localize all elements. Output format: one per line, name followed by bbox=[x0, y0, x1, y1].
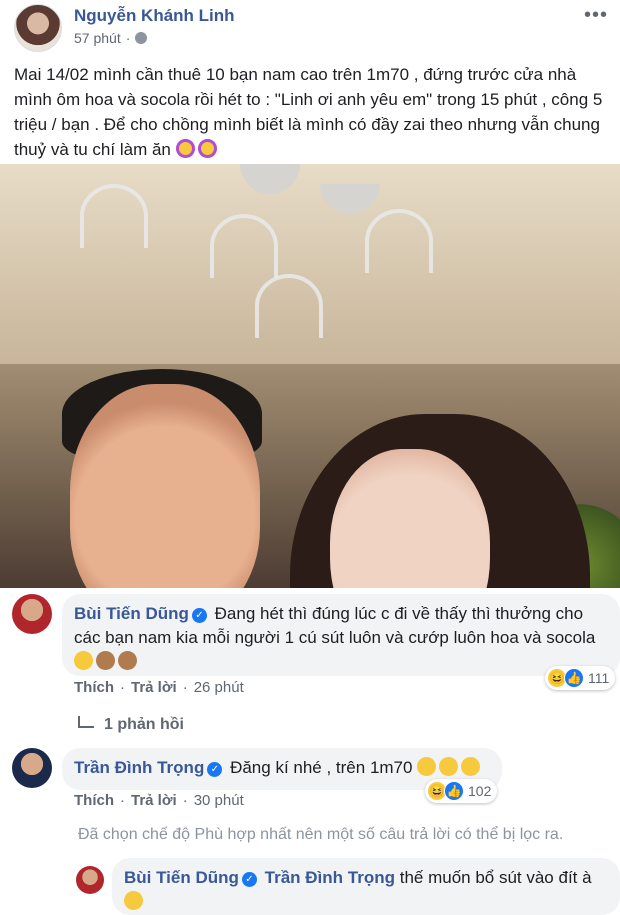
verified-icon: ✓ bbox=[191, 608, 207, 623]
post-time[interactable]: 57 phút bbox=[74, 30, 121, 46]
see-no-evil-monkey-icon bbox=[118, 651, 137, 670]
laughing-crying-emoji-icon bbox=[124, 891, 143, 910]
grimacing-emoji-icon bbox=[439, 757, 459, 776]
comment-actions: Thích · Trả lời · 26 phút bbox=[74, 679, 244, 696]
antler-filter-icon bbox=[80, 184, 148, 248]
separator-dot: · bbox=[120, 679, 125, 696]
more-icon[interactable]: ••• bbox=[584, 4, 608, 27]
post-meta: 57 phút · bbox=[74, 30, 148, 46]
replies-count: 1 phản hồi bbox=[104, 716, 184, 733]
commenter-avatar[interactable] bbox=[12, 594, 52, 634]
antler-filter-icon bbox=[255, 274, 323, 338]
reply-link[interactable]: Trả lời bbox=[131, 679, 177, 696]
reply-link[interactable]: Trả lời bbox=[131, 792, 177, 809]
reply-avatar[interactable] bbox=[76, 866, 104, 894]
post-header: Nguyễn Khánh Linh 57 phút · ••• bbox=[0, 0, 620, 60]
reaction-number: 111 bbox=[588, 670, 610, 686]
filter-note: Đã chọn chế độ Phù hợp nhất nên một số c… bbox=[78, 826, 564, 843]
comment-time[interactable]: 26 phút bbox=[194, 679, 244, 696]
post-photo[interactable] bbox=[0, 164, 620, 588]
post-text-content: Mai 14/02 mình cần thuê 10 bạn nam cao t… bbox=[14, 65, 603, 159]
antler-filter-icon bbox=[365, 209, 433, 273]
like-link[interactable]: Thích bbox=[74, 679, 114, 696]
like-reaction-icon: 👍 bbox=[564, 668, 584, 688]
star-struck-emoji-icon bbox=[175, 139, 195, 158]
reply-author-name[interactable]: Bùi Tiến Dũng bbox=[124, 868, 239, 887]
globe-icon[interactable] bbox=[135, 32, 148, 44]
like-reaction-icon: 👍 bbox=[444, 781, 464, 801]
reply-text: thế muốn bổ sút vào đít à bbox=[399, 868, 592, 887]
comment-text: Đăng kí nhé , trên 1m70 bbox=[230, 758, 413, 777]
laughing-crying-emoji-icon bbox=[74, 651, 93, 670]
reply-arrow-icon bbox=[78, 716, 94, 728]
comment-time[interactable]: 30 phút bbox=[194, 792, 244, 809]
view-replies-link[interactable]: 1 phản hồi bbox=[78, 716, 184, 734]
reply-bubble: Bùi Tiến Dũng ✓ Trần Đình Trọng thế muốn … bbox=[112, 858, 620, 915]
separator-dot: · bbox=[182, 679, 188, 696]
like-link[interactable]: Thích bbox=[74, 792, 114, 809]
commenter-name[interactable]: Bùi Tiến Dũng bbox=[74, 604, 189, 623]
commenter-name[interactable]: Trần Đình Trọng bbox=[74, 758, 204, 777]
author-name[interactable]: Nguyễn Khánh Linh bbox=[74, 6, 235, 26]
comment-bubble: Bùi Tiến Dũng ✓ Đang hét thì đúng lúc c đ… bbox=[62, 594, 620, 676]
photo-man-face bbox=[70, 384, 260, 588]
commenter-avatar[interactable] bbox=[12, 748, 52, 788]
separator-dot: · bbox=[125, 30, 131, 46]
grimacing-emoji-icon bbox=[461, 757, 481, 776]
antler-filter-icon bbox=[210, 214, 278, 278]
reaction-count[interactable]: 😆 👍 111 bbox=[545, 666, 616, 690]
separator-dot: · bbox=[182, 792, 188, 809]
star-struck-emoji-icon bbox=[197, 139, 217, 158]
separator-dot: · bbox=[120, 792, 125, 809]
post-text: Mai 14/02 mình cần thuê 10 bạn nam cao t… bbox=[14, 62, 609, 162]
comment-actions: Thích · Trả lời · 30 phút bbox=[74, 792, 244, 809]
verified-icon: ✓ bbox=[241, 872, 257, 887]
grimacing-emoji-icon bbox=[417, 757, 437, 776]
reaction-number: 102 bbox=[468, 783, 492, 799]
author-avatar[interactable] bbox=[14, 4, 62, 52]
reaction-count[interactable]: 😆 👍 102 bbox=[425, 779, 498, 803]
mention-link[interactable]: Trần Đình Trọng bbox=[265, 868, 395, 887]
verified-icon: ✓ bbox=[207, 762, 223, 777]
see-no-evil-monkey-icon bbox=[96, 651, 115, 670]
